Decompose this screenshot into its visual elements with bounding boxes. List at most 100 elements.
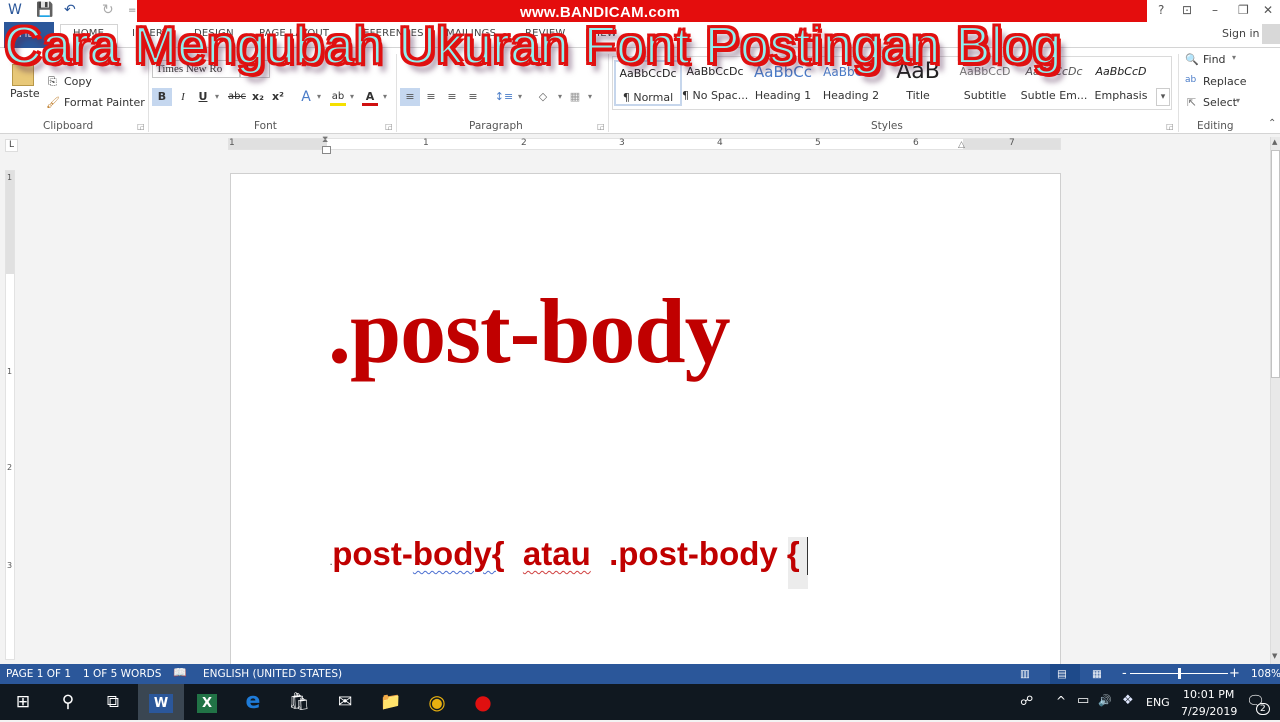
ruler-number: 1 [229, 138, 235, 148]
highlight-button[interactable]: ab [330, 88, 346, 106]
file-explorer-icon[interactable]: 📁 [368, 684, 414, 720]
left-margin [229, 139, 327, 149]
paragraph-dialog-launcher[interactable]: ◲ [597, 122, 605, 131]
language-indicator[interactable]: ENGLISH (UNITED STATES) [203, 668, 342, 680]
style-label: Emphasis [1094, 89, 1148, 102]
paste-button[interactable]: Paste [10, 87, 40, 100]
select-button[interactable]: Select [1203, 96, 1237, 109]
zoom-slider-thumb[interactable] [1178, 668, 1181, 679]
start-button[interactable]: ⊞ [0, 684, 46, 720]
sign-in-link[interactable]: Sign in [1222, 27, 1260, 40]
line-spacing-dropdown[interactable]: ▾ [515, 88, 525, 106]
styles-more-button[interactable]: ▾ [1156, 88, 1170, 106]
edge-icon[interactable]: e [230, 684, 276, 720]
document-heading[interactable]: .post-body [328, 278, 731, 384]
borders-button[interactable]: ▦ [566, 88, 584, 106]
mail-icon[interactable]: ✉ [322, 684, 368, 720]
left-indent-marker[interactable] [322, 146, 331, 154]
user-avatar[interactable] [1262, 24, 1280, 44]
vertical-ruler[interactable]: 1 1 2 3 [5, 170, 15, 660]
ruler-number: 3 [619, 138, 625, 148]
underline-button[interactable]: U [196, 88, 210, 106]
style-emphasis[interactable]: AaBbCcD Emphasis [1090, 60, 1152, 106]
align-left-button[interactable]: ≡ [400, 88, 420, 106]
search-icon[interactable]: ⚲ [45, 684, 91, 720]
tab-selector[interactable]: L [5, 139, 18, 152]
customize-qat-button[interactable]: = [128, 5, 136, 16]
spelling-flagged-word: atau [522, 535, 591, 572]
horizontal-ruler[interactable]: 1 1 2 3 4 5 6 7 [228, 138, 1061, 150]
subscript-button[interactable]: x₂ [250, 88, 266, 106]
word-count[interactable]: 1 OF 5 WORDS [83, 668, 161, 680]
styles-dialog-launcher[interactable]: ◲ [1166, 122, 1174, 131]
format-painter-button[interactable]: Format Painter [64, 96, 145, 109]
excel-taskbar-button[interactable]: X [184, 684, 230, 720]
line-spacing-button[interactable]: ↕≡ [492, 88, 516, 106]
close-button[interactable]: ✕ [1263, 3, 1273, 17]
underline-dropdown[interactable]: ▾ [212, 88, 222, 106]
task-view-icon[interactable]: ⧉ [90, 684, 136, 720]
clock-date[interactable]: 7/29/2019 [1181, 705, 1237, 718]
text-effects-button[interactable]: A [298, 88, 314, 106]
replace-button[interactable]: Replace [1203, 75, 1247, 88]
web-layout-icon[interactable]: ▦ [1092, 668, 1102, 680]
proofing-icon[interactable]: 📖 [173, 666, 187, 679]
shading-dropdown[interactable]: ▾ [555, 88, 565, 106]
scroll-up-arrow[interactable]: ▲ [1272, 138, 1277, 146]
font-color-button[interactable]: A [362, 88, 378, 106]
print-layout-icon[interactable]: ▤ [1057, 668, 1067, 680]
page-count[interactable]: PAGE 1 OF 1 [6, 668, 71, 680]
collapse-ribbon-icon[interactable]: ⌃ [1268, 118, 1276, 129]
first-line-indent-marker[interactable]: ⧗ [322, 135, 328, 145]
superscript-button[interactable]: x² [270, 88, 286, 106]
align-right-button[interactable]: ≡ [443, 88, 461, 106]
find-dropdown[interactable]: ▾ [1232, 53, 1236, 62]
zoom-in-button[interactable]: + [1229, 666, 1240, 681]
people-icon[interactable]: ☍ [1020, 694, 1033, 709]
find-button[interactable]: Find [1203, 53, 1226, 66]
battery-icon[interactable]: ▭ [1077, 693, 1089, 708]
font-dialog-launcher[interactable]: ◲ [385, 122, 393, 131]
dropbox-icon[interactable]: ❖ [1122, 693, 1134, 708]
read-mode-icon[interactable]: ▥ [1020, 668, 1030, 680]
strikethrough-button[interactable]: abc [226, 88, 248, 106]
store-icon[interactable]: 🛍 [276, 684, 322, 720]
font-color-dropdown[interactable]: ▾ [380, 88, 390, 106]
show-hidden-icons-chevron[interactable]: ^ [1056, 694, 1066, 708]
scroll-down-arrow[interactable]: ▼ [1272, 652, 1277, 660]
minimize-button[interactable]: – [1212, 3, 1218, 17]
select-dropdown[interactable]: ▾ [1236, 96, 1240, 105]
style-label: Subtitle [963, 89, 1007, 102]
styles-group-label: Styles [871, 120, 903, 132]
shading-button[interactable]: ◇ [534, 88, 552, 106]
ruler-number: 2 [521, 138, 527, 148]
text-run-post-body-2: .post-body { [609, 535, 800, 572]
volume-icon[interactable]: 🔊 [1098, 694, 1112, 707]
bandicam-icon[interactable]: ● [460, 684, 506, 720]
scrollbar-thumb[interactable] [1271, 150, 1280, 378]
chrome-icon[interactable]: ◉ [414, 684, 460, 720]
clipboard-dialog-launcher[interactable]: ◲ [137, 122, 145, 131]
ribbon-display-options-button[interactable]: ⊡ [1182, 3, 1192, 17]
text-run-post-body-1: post-body{ [332, 535, 504, 572]
help-button[interactable]: ? [1158, 3, 1164, 17]
copy-button[interactable]: Copy [64, 75, 92, 88]
document-paragraph[interactable]: .post-body{ atau .post-body { [330, 535, 800, 573]
right-indent-marker[interactable]: △ [958, 140, 965, 150]
word-taskbar-button[interactable]: W [138, 684, 184, 720]
language-tray[interactable]: ENG [1146, 696, 1170, 709]
highlight-dropdown[interactable]: ▾ [347, 88, 357, 106]
document-page[interactable] [230, 173, 1061, 668]
borders-dropdown[interactable]: ▾ [585, 88, 595, 106]
bold-button[interactable]: B [152, 88, 172, 106]
text-cursor [807, 537, 808, 575]
italic-button[interactable]: I [176, 88, 190, 106]
zoom-level[interactable]: 108% [1251, 668, 1280, 680]
clock-time[interactable]: 10:01 PM [1183, 688, 1234, 701]
ruler-number: 5 [815, 138, 821, 148]
zoom-out-button[interactable]: - [1122, 666, 1127, 681]
center-button[interactable]: ≡ [422, 88, 440, 106]
justify-button[interactable]: ≡ [464, 88, 482, 106]
text-effects-dropdown[interactable]: ▾ [314, 88, 324, 106]
restore-button[interactable]: ❐ [1238, 3, 1249, 17]
